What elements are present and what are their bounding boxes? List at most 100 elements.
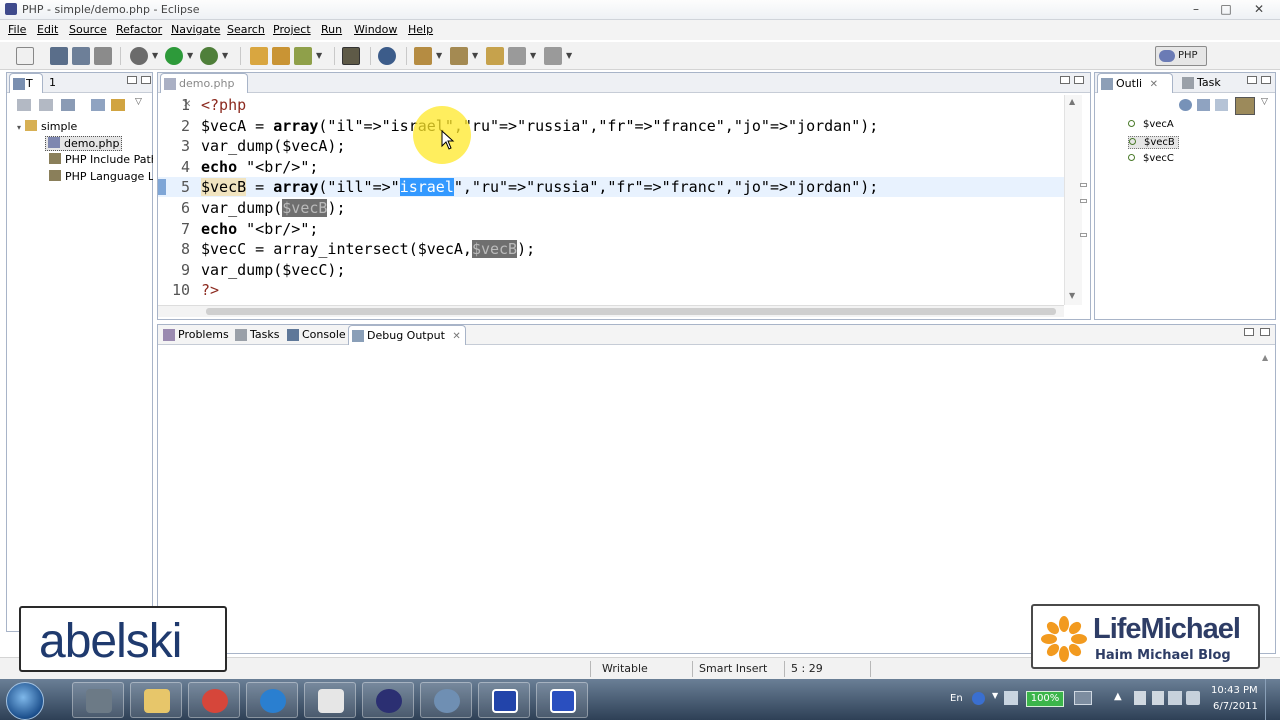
clock-date[interactable]: 6/7/2011 [1213, 701, 1258, 712]
forward-nav-icon[interactable] [39, 99, 53, 111]
code-line[interactable]: 8 $vecC = array_intersect($vecA,$vecB); [158, 239, 1066, 259]
code-text[interactable]: echo "<br/>"; [201, 157, 318, 177]
language-indicator[interactable]: En [950, 693, 963, 704]
tree-item-include-path[interactable]: PHP Include Path [49, 153, 153, 166]
code-text[interactable]: var_dump($vecC); [201, 260, 346, 280]
volume-icon[interactable] [1186, 691, 1200, 705]
show-hidden-icons-icon[interactable]: ▲ [1114, 691, 1122, 702]
close-debug-output-icon[interactable]: ✕ [452, 331, 460, 342]
menu-help[interactable]: Help [408, 23, 433, 36]
back-icon[interactable] [508, 47, 526, 65]
view-menu-icon[interactable]: ▽ [135, 97, 142, 107]
taskbar-network-button[interactable] [420, 682, 472, 718]
previous-annotation-dropdown-icon[interactable]: ▼ [472, 51, 478, 60]
external-tools-dropdown-icon[interactable]: ▼ [222, 51, 228, 60]
battery-indicator[interactable]: 100% [1026, 691, 1064, 707]
scroll-up-icon[interactable]: ▲ [1069, 97, 1075, 106]
code-line[interactable]: 4 echo "<br/>"; [158, 157, 1066, 177]
menu-edit[interactable]: Edit [37, 23, 58, 36]
taskbar-chrome-button[interactable] [188, 682, 240, 718]
collapse-outline-icon[interactable] [1197, 99, 1210, 111]
menu-window[interactable]: Window [354, 23, 397, 36]
flag-icon[interactable] [1152, 691, 1164, 705]
debug-icon[interactable] [130, 47, 148, 65]
menu-run[interactable]: Run [321, 23, 342, 36]
maximize-outline-icon[interactable] [1261, 76, 1271, 84]
code-line[interactable]: 5 $vecB = array("ill"=>"israel","ru"=>"ru… [158, 177, 1066, 198]
save-icon[interactable] [50, 47, 68, 65]
tab-outline[interactable]: Outli ✕ [1097, 73, 1173, 93]
tab-tasks-side[interactable]: Task [1179, 73, 1221, 93]
menu-file[interactable]: File [8, 23, 26, 36]
menu-project[interactable]: Project [273, 23, 311, 36]
print-icon[interactable] [94, 47, 112, 65]
menu-source[interactable]: Source [69, 23, 107, 36]
code-line[interactable]: 6 var_dump($vecB); [158, 198, 1066, 218]
minimize-bottom-icon[interactable] [1244, 328, 1254, 336]
code-text[interactable]: $vecC = array_intersect($vecA,$vecB); [201, 239, 535, 259]
menu-navigate[interactable]: Navigate [171, 23, 220, 36]
tree-item-project[interactable]: ▾ simple [17, 120, 77, 133]
link-with-editor-icon[interactable] [111, 99, 125, 111]
tab-type-hierarchy[interactable]: 1 [45, 73, 56, 93]
minimize-editor-icon[interactable] [1060, 76, 1070, 84]
tree-item-demo-php[interactable]: demo.php [45, 136, 123, 151]
outline-item-vecc[interactable]: $vecC [1128, 153, 1174, 164]
display-icon[interactable] [1074, 691, 1092, 705]
tab-console[interactable]: Console [284, 325, 346, 345]
taskbar-eclipse-button[interactable] [362, 682, 414, 718]
new-file-icon[interactable] [16, 47, 34, 65]
edit-icon[interactable] [294, 47, 312, 65]
back-nav-icon[interactable] [17, 99, 31, 111]
maximize-button[interactable]: □ [1212, 0, 1240, 18]
next-annotation-dropdown-icon[interactable]: ▼ [436, 51, 442, 60]
code-text[interactable]: <?php [201, 95, 246, 115]
external-tools-icon[interactable] [200, 47, 218, 65]
taskbar-explorer-button[interactable] [130, 682, 182, 718]
run-icon[interactable] [165, 47, 183, 65]
tab-debug-output[interactable]: Debug Output ✕ [348, 325, 466, 345]
minimize-button[interactable]: – [1182, 0, 1210, 18]
maximize-editor-icon[interactable] [1074, 76, 1084, 84]
language-dropdown-icon[interactable]: ▼ [992, 691, 998, 700]
code-text[interactable]: var_dump($vecA); [201, 136, 346, 156]
outline-item-vecb[interactable]: $vecB [1128, 136, 1179, 149]
code-text[interactable]: $vecA = array("il"=>"israel","ru"=>"russ… [201, 116, 878, 136]
open-folder-icon[interactable] [272, 47, 290, 65]
start-button-icon[interactable] [6, 682, 44, 720]
code-line[interactable]: 1 <?php [158, 95, 1066, 115]
show-desktop-button[interactable] [1265, 679, 1280, 720]
taskbar-ie-button[interactable] [246, 682, 298, 718]
menu-search[interactable]: Search [227, 23, 265, 36]
code-area[interactable]: 1<?php2$vecA = array("il"=>"israel","ru"… [158, 95, 1066, 303]
maximize-bottom-icon[interactable] [1260, 328, 1270, 336]
php-outline-toggle-icon[interactable] [1235, 97, 1255, 115]
tab-tasks[interactable]: Tasks [232, 325, 279, 345]
scroll-thumb[interactable] [206, 308, 1056, 315]
horizontal-scrollbar[interactable] [158, 305, 1064, 317]
power-icon[interactable] [1134, 691, 1146, 705]
code-line[interactable]: 7 echo "<br/>"; [158, 219, 1066, 239]
save-all-icon[interactable] [72, 47, 90, 65]
close-window-button[interactable]: ✕ [1242, 0, 1276, 18]
taskbar-media-button[interactable] [478, 682, 530, 718]
tab-problems[interactable]: Problems [160, 325, 229, 345]
code-text[interactable]: $vecB = array("ill"=>"israel","ru"=>"rus… [201, 177, 878, 197]
outline-view-menu-icon[interactable]: ▽ [1261, 97, 1268, 107]
code-text[interactable]: echo "<br/>"; [201, 219, 318, 239]
sort-icon[interactable] [1179, 99, 1192, 111]
maximize-view-icon[interactable] [141, 76, 151, 84]
tree-item-language-library[interactable]: PHP Language Li [49, 170, 153, 183]
outline-item-veca[interactable]: $vecA [1128, 119, 1174, 130]
network-tray-icon[interactable] [1168, 691, 1182, 705]
search-image-icon[interactable] [342, 47, 360, 65]
new-project-icon[interactable] [250, 47, 268, 65]
overview-ruler-mark[interactable] [1080, 183, 1087, 187]
forward-dropdown-icon[interactable]: ▼ [566, 51, 572, 60]
forward-icon[interactable] [544, 47, 562, 65]
code-line[interactable]: 10 ?> [158, 280, 1066, 300]
taskbar-recorder-button[interactable] [536, 682, 588, 718]
overview-ruler-mark[interactable] [1080, 199, 1087, 203]
minimize-outline-icon[interactable] [1247, 76, 1257, 84]
tab-php-explorer[interactable]: T [9, 73, 43, 93]
